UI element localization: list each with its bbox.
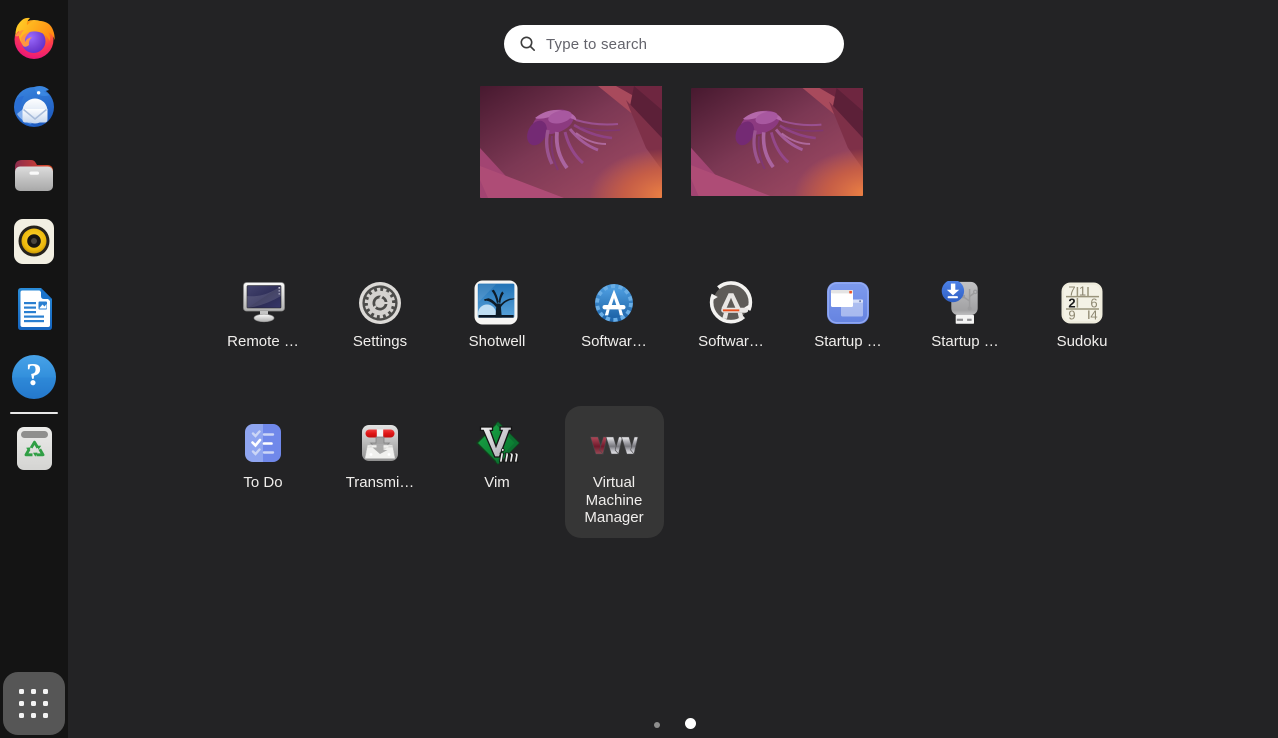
svg-text:4: 4 xyxy=(1090,307,1097,322)
svg-text:im: im xyxy=(499,446,519,466)
svg-text:9: 9 xyxy=(1068,307,1075,322)
svg-text:?: ? xyxy=(26,356,42,392)
svg-text:1: 1 xyxy=(1079,283,1086,298)
